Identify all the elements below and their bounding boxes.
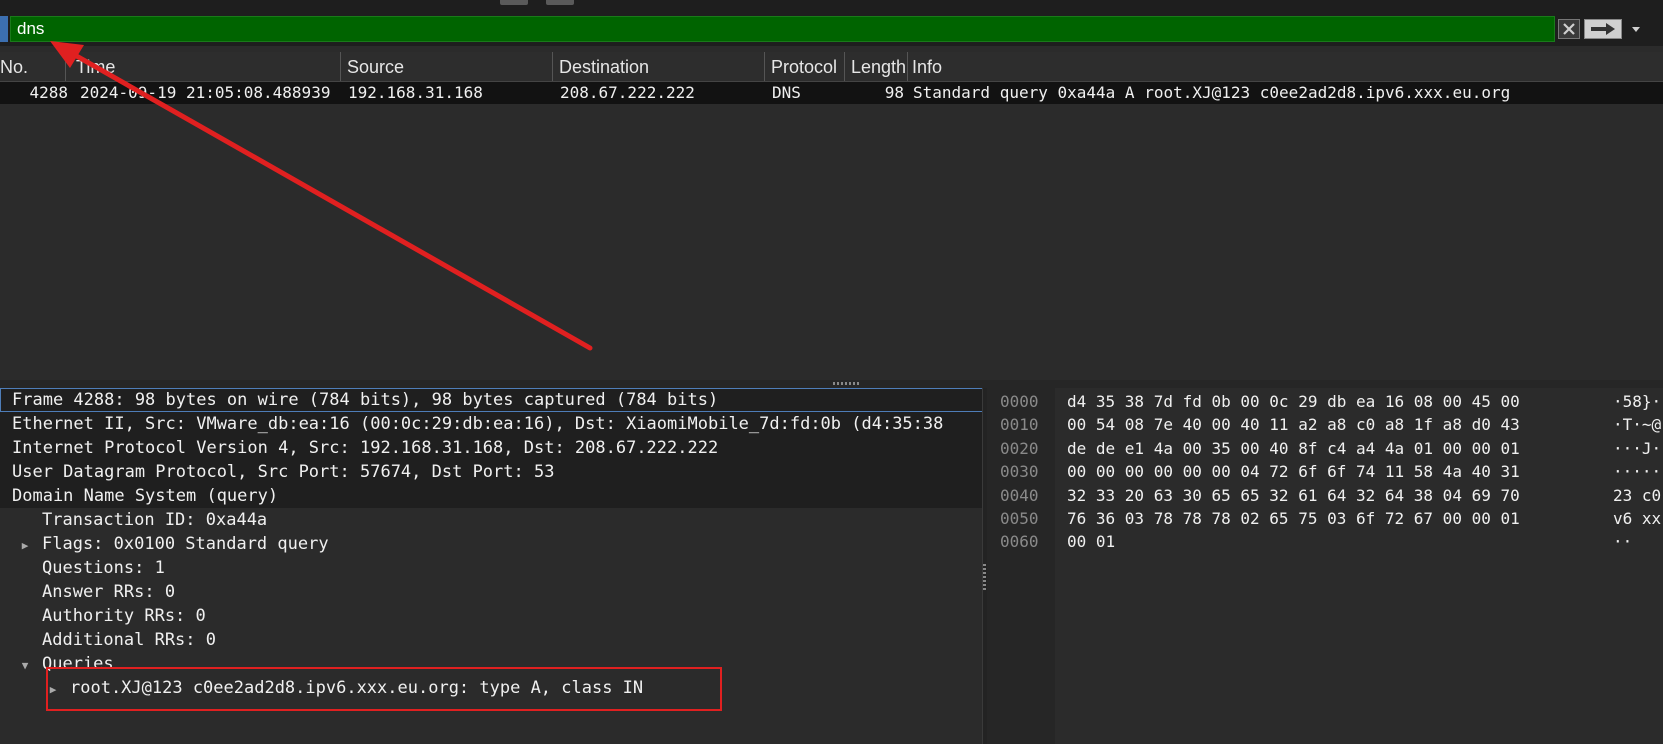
column-header-protocol[interactable]: Protocol [765,52,845,81]
clear-filter-icon [1563,23,1575,35]
apply-filter-button[interactable] [1584,19,1622,39]
expander-icon[interactable]: ▼ [18,654,32,678]
detail-answer-rrs[interactable]: Answer RRs: 0 [0,580,175,604]
top-strip [0,0,1663,12]
column-header-length[interactable]: Length [845,52,908,81]
column-header-destination[interactable]: Destination [553,52,765,81]
column-header-no[interactable]: No. [0,52,66,81]
detail-transaction-id[interactable]: Transaction ID: 0xa44a [0,508,267,532]
hex-ascii[interactable]: ·58}·· [1613,390,1663,413]
hex-ascii[interactable]: v6 xx [1613,507,1661,530]
detail-questions[interactable]: Questions: 1 [0,556,165,580]
column-header-info[interactable]: Info [906,52,1663,81]
packet-no: 4288 [29,83,68,102]
hex-offset: 0010 [1000,415,1039,435]
detail-additional-rrs[interactable]: Additional RRs: 0 [0,628,216,652]
toolbar-tab[interactable] [546,0,574,5]
hex-bytes[interactable]: de de e1 4a 00 35 00 40 8f c4 a4 4a 01 0… [1067,437,1520,460]
hex-ascii[interactable]: ·· [1613,530,1632,553]
display-filter-input[interactable] [10,16,1555,42]
detail-flags-label: Flags: 0x0100 Standard query [42,534,329,554]
expander-icon[interactable]: ▶ [46,678,60,702]
hex-offset: 0050 [1000,509,1039,528]
hex-offset: 0040 [1000,485,1039,505]
hex-offset: 0060 [1000,532,1039,552]
hex-ascii[interactable]: ···J· [1613,437,1661,460]
packet-details-tree: Frame 4288: 98 bytes on wire (784 bits),… [0,388,982,744]
hex-bytes[interactable]: d4 35 38 7d fd 0b 00 0c 29 db ea 16 08 0… [1067,390,1520,413]
filter-history-dropdown[interactable] [1626,19,1646,39]
hex-offset: 0000 [1000,392,1039,411]
packet-time: 2024-09-19 21:05:08.488939 [80,83,331,102]
hex-ascii[interactable]: ·T·~@ [1613,413,1661,436]
horizontal-splitter[interactable] [0,380,1663,388]
detail-ethernet[interactable]: Ethernet II, Src: VMware_db:ea:16 (00:0c… [0,412,982,436]
hex-bytes[interactable]: 00 01 [1067,530,1115,553]
detail-query-entry-label: root.XJ@123 c0ee2ad2d8.ipv6.xxx.eu.org: … [70,678,644,698]
detail-queries-label: Queries [42,654,114,674]
packet-list: 4288 2024-09-19 21:05:08.488939 192.168.… [0,82,1663,380]
hex-bytes[interactable]: 76 36 03 78 78 78 02 65 75 03 6f 72 67 0… [1067,507,1520,530]
dropdown-icon [1632,27,1640,32]
detail-ip[interactable]: Internet Protocol Version 4, Src: 192.16… [0,436,982,460]
packet-source: 192.168.31.168 [348,83,483,102]
packet-protocol: DNS [772,83,801,102]
packet-row[interactable]: 4288 2024-09-19 21:05:08.488939 192.168.… [0,82,1663,104]
packet-length: 98 [884,83,904,102]
column-header-time[interactable]: Time [70,52,341,81]
hex-offset: 0020 [1000,438,1039,458]
packet-info: Standard query 0xa44a A root.XJ@123 c0ee… [913,83,1511,102]
hex-bytes[interactable]: 32 33 20 63 30 65 65 32 61 64 32 64 38 0… [1067,484,1520,507]
display-filter-bar [0,12,1663,46]
detail-authority-rrs[interactable]: Authority RRs: 0 [0,604,206,628]
hex-bytes[interactable]: 00 00 00 00 00 00 04 72 6f 6f 74 11 58 4… [1067,460,1520,483]
hex-ascii[interactable]: ······ [1613,460,1663,483]
clear-filter-button[interactable] [1558,19,1580,39]
toolbar-tab[interactable] [500,0,528,5]
column-header-source[interactable]: Source [341,52,553,81]
packet-destination: 208.67.222.222 [560,83,695,102]
expander-icon[interactable]: ▶ [18,534,32,558]
packet-bytes-pane: 0000 d4 35 38 7d fd 0b 00 0c 29 db ea 16… [987,388,1663,744]
hex-ascii[interactable]: 23 c0 [1613,484,1661,507]
detail-udp[interactable]: User Datagram Protocol, Src Port: 57674,… [0,460,982,484]
apply-filter-arrow-icon [1591,23,1615,35]
detail-dns[interactable]: Domain Name System (query) [0,484,982,508]
filter-bookmark-button[interactable] [0,16,8,42]
hex-bytes[interactable]: 00 54 08 7e 40 00 40 11 a2 a8 c0 a8 1f a… [1067,413,1520,436]
detail-frame[interactable]: Frame 4288: 98 bytes on wire (784 bits),… [0,388,982,412]
packet-list-header: No. Time Source Destination Protocol Len… [0,52,1663,82]
detail-flags[interactable]: ▶ Flags: 0x0100 Standard query [0,532,329,556]
detail-queries[interactable]: ▼ Queries [0,652,114,676]
detail-query-entry[interactable]: ▶ root.XJ@123 c0ee2ad2d8.ipv6.xxx.eu.org:… [0,676,643,700]
hex-offset: 0030 [1000,462,1039,482]
